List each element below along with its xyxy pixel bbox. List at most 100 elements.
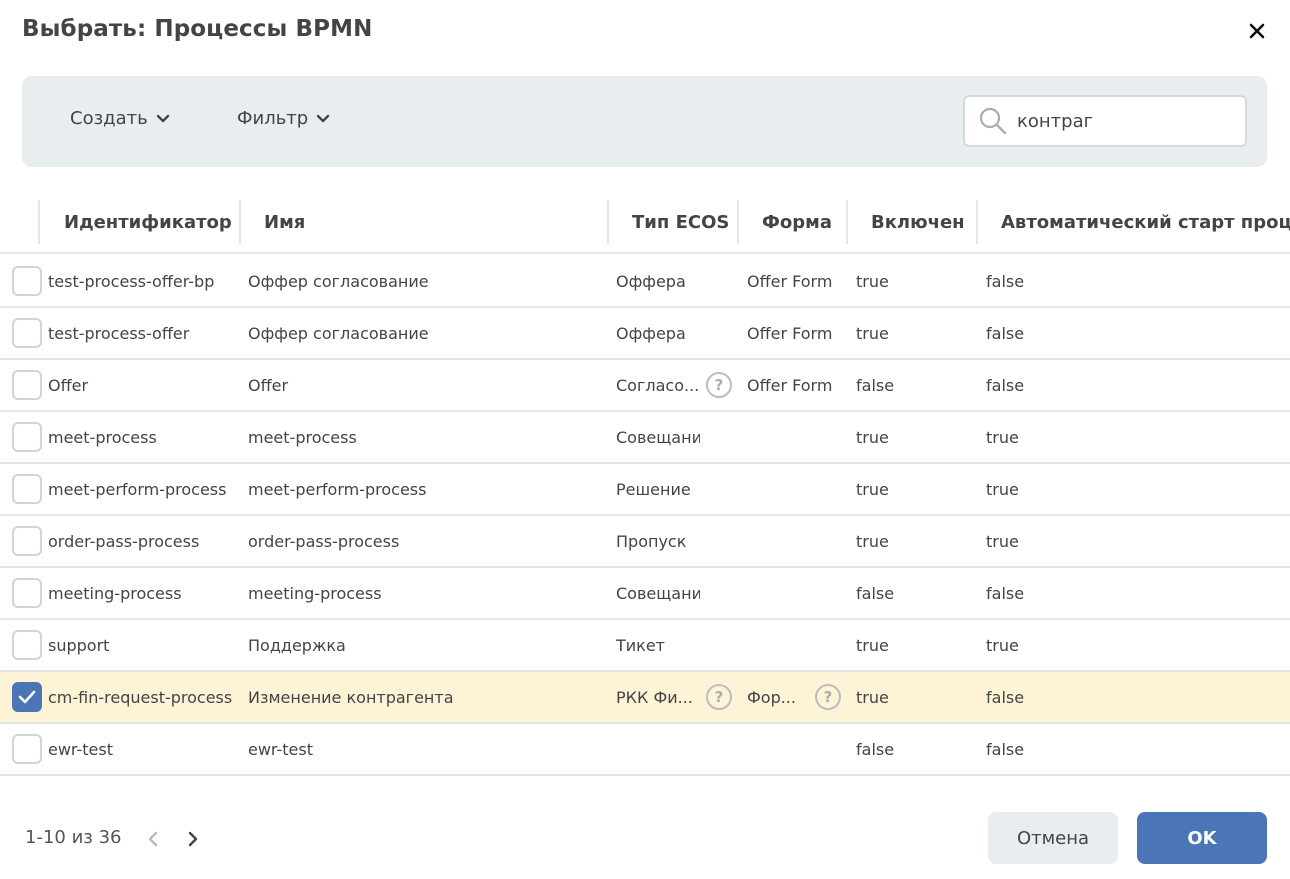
- search-input[interactable]: [1017, 110, 1227, 132]
- cell-name: ewr-test: [248, 739, 313, 759]
- cell-name: Поддержка: [248, 635, 346, 655]
- cell-id: meeting-process: [48, 583, 182, 603]
- table-header: Идентификатор Имя Тип ECOS Форма Включен…: [0, 192, 1290, 254]
- help-icon[interactable]: ?: [706, 372, 732, 398]
- cell-form: [747, 516, 837, 566]
- table-row[interactable]: meet-process meet-process Совещание true tru…: [0, 412, 1290, 464]
- row-checkbox[interactable]: [12, 474, 42, 504]
- filter-dropdown[interactable]: Фильтр: [237, 108, 330, 129]
- chevron-right-icon: [188, 831, 198, 847]
- row-checkbox[interactable]: [12, 734, 42, 764]
- cell-id: Offer: [48, 375, 89, 395]
- column-divider[interactable]: [737, 200, 739, 244]
- column-divider[interactable]: [846, 200, 848, 244]
- row-checkbox[interactable]: [12, 422, 42, 452]
- cell-name: Оффер согласование: [248, 323, 429, 343]
- column-header-autostart[interactable]: Автоматический старт процесса: [1001, 192, 1290, 252]
- cell-name: order-pass-process: [248, 531, 400, 551]
- column-header-form[interactable]: Форма: [762, 192, 832, 252]
- ok-button[interactable]: OK: [1137, 812, 1267, 864]
- cell-id: meet-perform-process: [48, 479, 227, 499]
- cell-id: test-process-offer-bp: [48, 271, 215, 291]
- table-row[interactable]: support Поддержка Тикет true true: [0, 620, 1290, 672]
- table-row[interactable]: test-process-offer-bp Оффер согласование О…: [0, 256, 1290, 308]
- row-checkbox[interactable]: [12, 630, 42, 660]
- cell-enabled: true: [856, 531, 889, 551]
- cell-name: Оффер согласование: [248, 271, 429, 291]
- cell-form: [747, 724, 837, 774]
- row-checkbox[interactable]: [12, 318, 42, 348]
- column-header-name[interactable]: Имя: [264, 192, 305, 252]
- cell-autostart: true: [986, 531, 1019, 551]
- next-page-button[interactable]: [180, 826, 206, 852]
- close-icon: [1249, 23, 1265, 39]
- cell-id: support: [48, 635, 110, 655]
- help-icon[interactable]: ?: [706, 684, 732, 710]
- cell-enabled: false: [856, 583, 895, 603]
- table-row[interactable]: ewr-test ewr-test false false: [0, 724, 1290, 776]
- cell-id: meet-process: [48, 427, 157, 447]
- cell-enabled: true: [856, 323, 889, 343]
- create-dropdown[interactable]: Создать: [70, 108, 170, 129]
- close-button[interactable]: [1244, 18, 1270, 44]
- cell-id: cm-fin-request-process: [48, 687, 233, 707]
- cell-enabled: true: [856, 635, 889, 655]
- process-table: Идентификатор Имя Тип ECOS Форма Включен…: [0, 192, 1290, 776]
- help-icon[interactable]: ?: [815, 684, 841, 710]
- column-header-ecos-type[interactable]: Тип ECOS: [632, 192, 729, 252]
- row-checkbox[interactable]: [12, 526, 42, 556]
- cell-enabled: false: [856, 739, 895, 759]
- row-checkbox[interactable]: [12, 370, 42, 400]
- table-row[interactable]: meeting-process meeting-process Совещание f…: [0, 568, 1290, 620]
- row-checkbox[interactable]: [12, 682, 42, 712]
- cell-name: Offer: [248, 375, 289, 395]
- table-row[interactable]: cm-fin-request-process Изменение контраге…: [0, 672, 1290, 724]
- table-row[interactable]: meet-perform-process meet-perform-process…: [0, 464, 1290, 516]
- cell-ecos-type: РКК Фи...: [616, 687, 693, 707]
- cancel-button[interactable]: Отмена: [988, 812, 1118, 864]
- cell-form: [747, 464, 837, 514]
- cell-form: [747, 412, 837, 462]
- cell-autostart: true: [986, 427, 1019, 447]
- chevron-left-icon: [148, 831, 158, 847]
- cell-autostart: true: [986, 635, 1019, 655]
- cell-ecos-type: [616, 724, 700, 774]
- cell-autostart: false: [986, 375, 1025, 395]
- column-divider[interactable]: [239, 200, 241, 244]
- toolbar: Создать Фильтр: [22, 76, 1267, 167]
- column-header-enabled[interactable]: Включен: [871, 192, 965, 252]
- chevron-down-icon: [156, 114, 169, 122]
- cell-enabled: true: [856, 427, 889, 447]
- table-row[interactable]: order-pass-process order-pass-process Проп…: [0, 516, 1290, 568]
- cell-ecos-type: Пропуск: [616, 531, 687, 551]
- cell-ecos-type: Оффера: [616, 323, 686, 343]
- table-row[interactable]: test-process-offer Оффер согласование Оффе…: [0, 308, 1290, 360]
- row-checkbox[interactable]: [12, 578, 42, 608]
- cell-enabled: false: [856, 375, 895, 395]
- column-divider[interactable]: [38, 200, 40, 244]
- cell-autostart: true: [986, 479, 1019, 499]
- cell-name: meet-perform-process: [248, 479, 427, 499]
- cell-ecos-type: Оффера: [616, 271, 686, 291]
- cell-ecos-type: Тикет: [616, 635, 665, 655]
- cell-ecos-type: Совещание: [616, 427, 700, 447]
- cell-enabled: true: [856, 687, 889, 707]
- cell-ecos-type: Согласо...: [616, 375, 700, 395]
- cell-form: Offer Form: [747, 323, 833, 343]
- cell-id: order-pass-process: [48, 531, 200, 551]
- column-header-id[interactable]: Идентификатор: [64, 192, 232, 252]
- cell-autostart: false: [986, 583, 1025, 603]
- pagination-info: 1-10 из 36: [25, 827, 122, 848]
- row-checkbox[interactable]: [12, 266, 42, 296]
- search-box[interactable]: [963, 95, 1247, 147]
- table-row[interactable]: Offer Offer Согласо... Offer Form false false…: [0, 360, 1290, 412]
- column-divider[interactable]: [976, 200, 978, 244]
- cell-id: ewr-test: [48, 739, 113, 759]
- checkmark-icon: [18, 690, 36, 704]
- cell-ecos-type: Решение: [616, 479, 691, 499]
- cell-autostart: false: [986, 687, 1025, 707]
- cell-name: meeting-process: [248, 583, 382, 603]
- column-divider[interactable]: [607, 200, 609, 244]
- create-label: Создать: [70, 108, 148, 129]
- prev-page-button[interactable]: [140, 826, 166, 852]
